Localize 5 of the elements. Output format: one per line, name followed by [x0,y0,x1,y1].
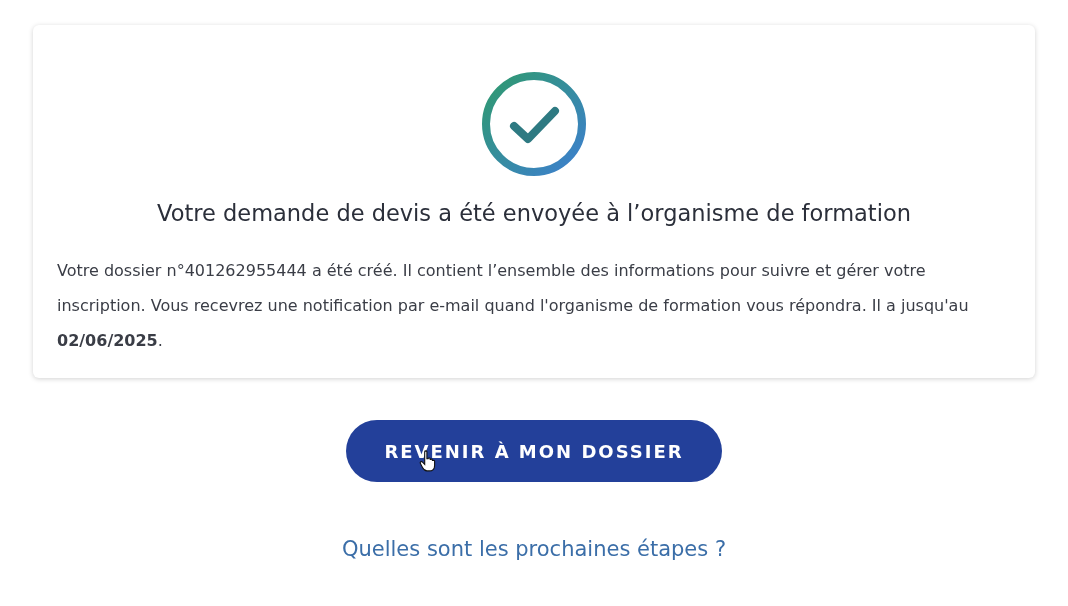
confirmation-title: Votre demande de devis a été envoyée à l’organisme de formation [157,200,911,226]
confirmation-message: Votre dossier n°401262955444 a été créé. Il contient l’ensemble des informations pour suivre et gérer votre inscription. Vous recevrez une notification par e-mail quand l'organisme de formation vous répondra. Il a jusqu'au 02/06/2025. [57,260,970,352]
next-steps-link[interactable]: Quelles sont les prochaines étapes ? [341,537,727,561]
check-circle-icon [480,70,588,178]
back-to-file-button[interactable]: REVENIR À MON DOSSIER [346,420,722,482]
